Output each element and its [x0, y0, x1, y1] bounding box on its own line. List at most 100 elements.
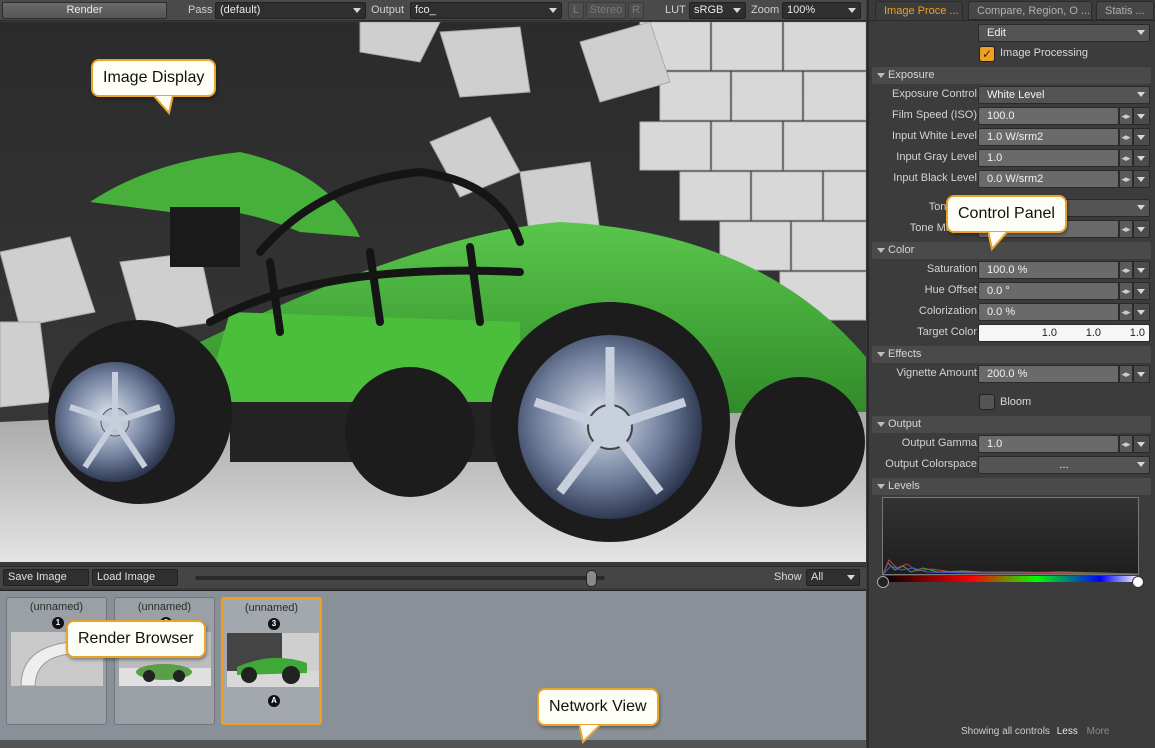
saturation-row: Saturation 100.0 % ◂▸: [869, 260, 1155, 280]
spin-arrows-icon[interactable]: ◂▸: [1119, 261, 1133, 279]
slider-handle[interactable]: [586, 570, 597, 587]
vignette-row: Vignette Amount 200.0 % ◂▸: [869, 364, 1155, 384]
zoom-label: Zoom: [751, 4, 780, 16]
preset-dropdown[interactable]: [1133, 435, 1150, 453]
edit-dropdown[interactable]: Edit: [978, 24, 1150, 42]
hue-offset-label: Hue Offset: [924, 284, 977, 296]
exposure-control-row: Exposure Control White Level: [869, 85, 1155, 105]
spin-arrows-icon[interactable]: ◂▸: [1119, 435, 1133, 453]
viewer-toolbar: Render Pass (default) Output fco_ L Ster…: [0, 0, 866, 21]
thumbnail-image: [227, 633, 319, 687]
image-processing-checkbox[interactable]: ✓: [979, 46, 995, 62]
input-gray-row: Input Gray Level 1.0 ◂▸: [869, 148, 1155, 168]
callout-tail-icon: [579, 724, 603, 744]
more-link[interactable]: More: [1087, 726, 1110, 737]
bloom-checkbox[interactable]: [979, 394, 995, 410]
input-black-row: Input Black Level 0.0 W/srm2 ◂▸: [869, 169, 1155, 189]
chevron-down-icon: [1137, 227, 1145, 232]
render-thumbnail[interactable]: (unnamed) 2: [114, 597, 215, 725]
spin-arrows-icon[interactable]: ◂▸: [1119, 107, 1133, 125]
show-dropdown[interactable]: All: [806, 569, 860, 586]
preset-dropdown[interactable]: [1133, 149, 1150, 167]
section-output[interactable]: Output: [872, 416, 1151, 433]
save-image-button[interactable]: Save Image: [3, 569, 89, 586]
input-black-field[interactable]: 0.0 W/srm2: [978, 170, 1119, 188]
right-eye-button[interactable]: R: [628, 2, 644, 19]
pass-value: (default): [220, 4, 261, 16]
pass-dropdown[interactable]: (default): [215, 2, 366, 19]
preset-dropdown[interactable]: [1133, 365, 1150, 383]
chevron-down-icon: [353, 8, 361, 13]
less-link[interactable]: Less: [1057, 726, 1078, 737]
network-view-handle[interactable]: [0, 740, 866, 748]
callout-text: Render Browser: [78, 630, 194, 647]
film-speed-field[interactable]: 100.0: [978, 107, 1119, 125]
tab-image-processing[interactable]: Image Proce ...: [875, 1, 963, 20]
film-speed-row: Film Speed (ISO) 100.0 ◂▸: [869, 106, 1155, 126]
exposure-control-dropdown[interactable]: White Level: [978, 86, 1150, 104]
section-color[interactable]: Color: [872, 242, 1151, 259]
output-gamma-field[interactable]: 1.0: [978, 435, 1119, 453]
callout-text: Network View: [549, 698, 647, 715]
colorization-field[interactable]: 0.0 %: [978, 303, 1119, 321]
input-gray-field[interactable]: 1.0: [978, 149, 1119, 167]
section-levels[interactable]: Levels: [872, 478, 1151, 495]
preset-dropdown[interactable]: [1133, 220, 1150, 238]
hue-offset-field[interactable]: 0.0 °: [978, 282, 1119, 300]
spin-arrows-icon[interactable]: ◂▸: [1119, 128, 1133, 146]
spin-arrows-icon[interactable]: ◂▸: [1119, 365, 1133, 383]
render-button[interactable]: Render: [2, 2, 167, 19]
chevron-down-icon: [1137, 310, 1145, 315]
render-thumbnail-selected[interactable]: (unnamed) 3 A: [221, 597, 322, 725]
white-point-handle[interactable]: [1132, 576, 1144, 588]
colorization-label: Colorization: [918, 305, 977, 317]
output-colorspace-label: Output Colorspace: [885, 458, 977, 470]
levels-histogram[interactable]: [882, 497, 1139, 575]
vignette-field[interactable]: 200.0 %: [978, 365, 1119, 383]
showing-all-controls-text: Showing all controls: [961, 726, 1050, 737]
render-strip: Save Image Load Image Show All: [0, 566, 866, 588]
zoom-value: 100%: [787, 4, 816, 16]
preset-dropdown[interactable]: [1133, 107, 1150, 125]
left-eye-button[interactable]: L: [568, 2, 584, 19]
spin-arrows-icon[interactable]: ◂▸: [1119, 303, 1133, 321]
preset-dropdown[interactable]: [1133, 128, 1150, 146]
chevron-down-icon: [1137, 462, 1145, 467]
black-point-handle[interactable]: [877, 576, 889, 588]
lut-dropdown[interactable]: sRGB: [689, 2, 746, 19]
preset-dropdown[interactable]: [1133, 303, 1150, 321]
chevron-down-icon: [1137, 268, 1145, 273]
output-dropdown[interactable]: fco_: [410, 2, 562, 19]
control-panel: Image Proce ... Compare, Region, O ... S…: [867, 0, 1155, 748]
callout-text: Image Display: [103, 69, 205, 86]
render-thumbnail[interactable]: (unnamed) 1: [6, 597, 107, 725]
image-display[interactable]: [0, 22, 866, 562]
panel-tabs: Image Proce ... Compare, Region, O ... S…: [869, 0, 1155, 21]
browser-size-slider[interactable]: [195, 576, 605, 580]
preset-dropdown[interactable]: [1133, 282, 1150, 300]
section-exposure[interactable]: Exposure: [872, 67, 1151, 84]
saturation-field[interactable]: 100.0 %: [978, 261, 1119, 279]
spin-arrows-icon[interactable]: ◂▸: [1119, 282, 1133, 300]
output-colorspace-dropdown[interactable]: ...: [978, 456, 1150, 474]
preset-dropdown[interactable]: [1133, 261, 1150, 279]
thumbnail-number: 3: [268, 618, 280, 630]
section-effects[interactable]: Effects: [872, 346, 1151, 363]
target-color-swatch[interactable]: 1.0 1.0 1.0: [978, 324, 1150, 342]
exposure-control-label: Exposure Control: [892, 88, 977, 100]
tab-statistics[interactable]: Statis ...: [1096, 1, 1154, 20]
spin-arrows-icon[interactable]: ◂▸: [1119, 170, 1133, 188]
spin-arrows-icon[interactable]: ◂▸: [1119, 149, 1133, 167]
output-label: Output: [371, 4, 405, 16]
callout-control-panel: Control Panel: [946, 195, 1067, 251]
zoom-dropdown[interactable]: 100%: [782, 2, 861, 19]
stereo-button[interactable]: Stereo: [586, 2, 626, 19]
spin-arrows-icon[interactable]: ◂▸: [1119, 220, 1133, 238]
callout-tail-icon: [153, 95, 175, 115]
input-white-field[interactable]: 1.0 W/srm2: [978, 128, 1119, 146]
tab-compare-region[interactable]: Compare, Region, O ...: [968, 1, 1092, 20]
callout-network-view: Network View: [537, 688, 659, 744]
load-image-button[interactable]: Load Image: [92, 569, 178, 586]
levels-gradient: [882, 576, 1139, 582]
preset-dropdown[interactable]: [1133, 170, 1150, 188]
